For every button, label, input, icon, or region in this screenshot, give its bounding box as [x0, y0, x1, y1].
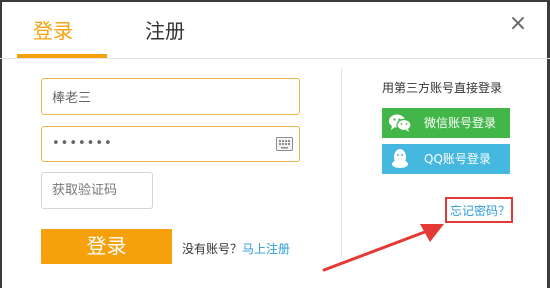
login-button[interactable]: 登录 — [41, 229, 172, 264]
forgot-password-link[interactable]: 忘记密码？ — [450, 202, 510, 219]
wechat-login-button[interactable]: 微信账号登录 — [382, 108, 510, 138]
keyboard-icon[interactable] — [276, 137, 293, 151]
tab-login[interactable]: 登录 — [33, 17, 73, 45]
qq-penguin-icon — [392, 149, 408, 168]
register-link[interactable]: 马上注册 — [242, 240, 290, 257]
annotation-arrow-icon — [322, 224, 444, 272]
close-icon[interactable]: × — [508, 13, 528, 35]
password-input[interactable]: ••••••• — [41, 126, 300, 162]
no-account-text: 没有账号？ — [182, 242, 243, 256]
username-input[interactable] — [41, 78, 300, 115]
wechat-icon — [389, 114, 412, 132]
active-tab-indicator — [17, 54, 107, 58]
tab-bar: 登录 注册 × — [0, 0, 550, 59]
qq-login-button[interactable]: QQ账号登录 — [382, 144, 510, 174]
qq-login-label: QQ账号登录 — [424, 152, 491, 166]
third-party-title: 用第三方账号直接登录 — [382, 81, 503, 95]
tab-register[interactable]: 注册 — [145, 17, 185, 45]
captcha-button[interactable]: 获取验证码 — [41, 172, 153, 209]
wechat-login-label: 微信账号登录 — [424, 116, 497, 130]
